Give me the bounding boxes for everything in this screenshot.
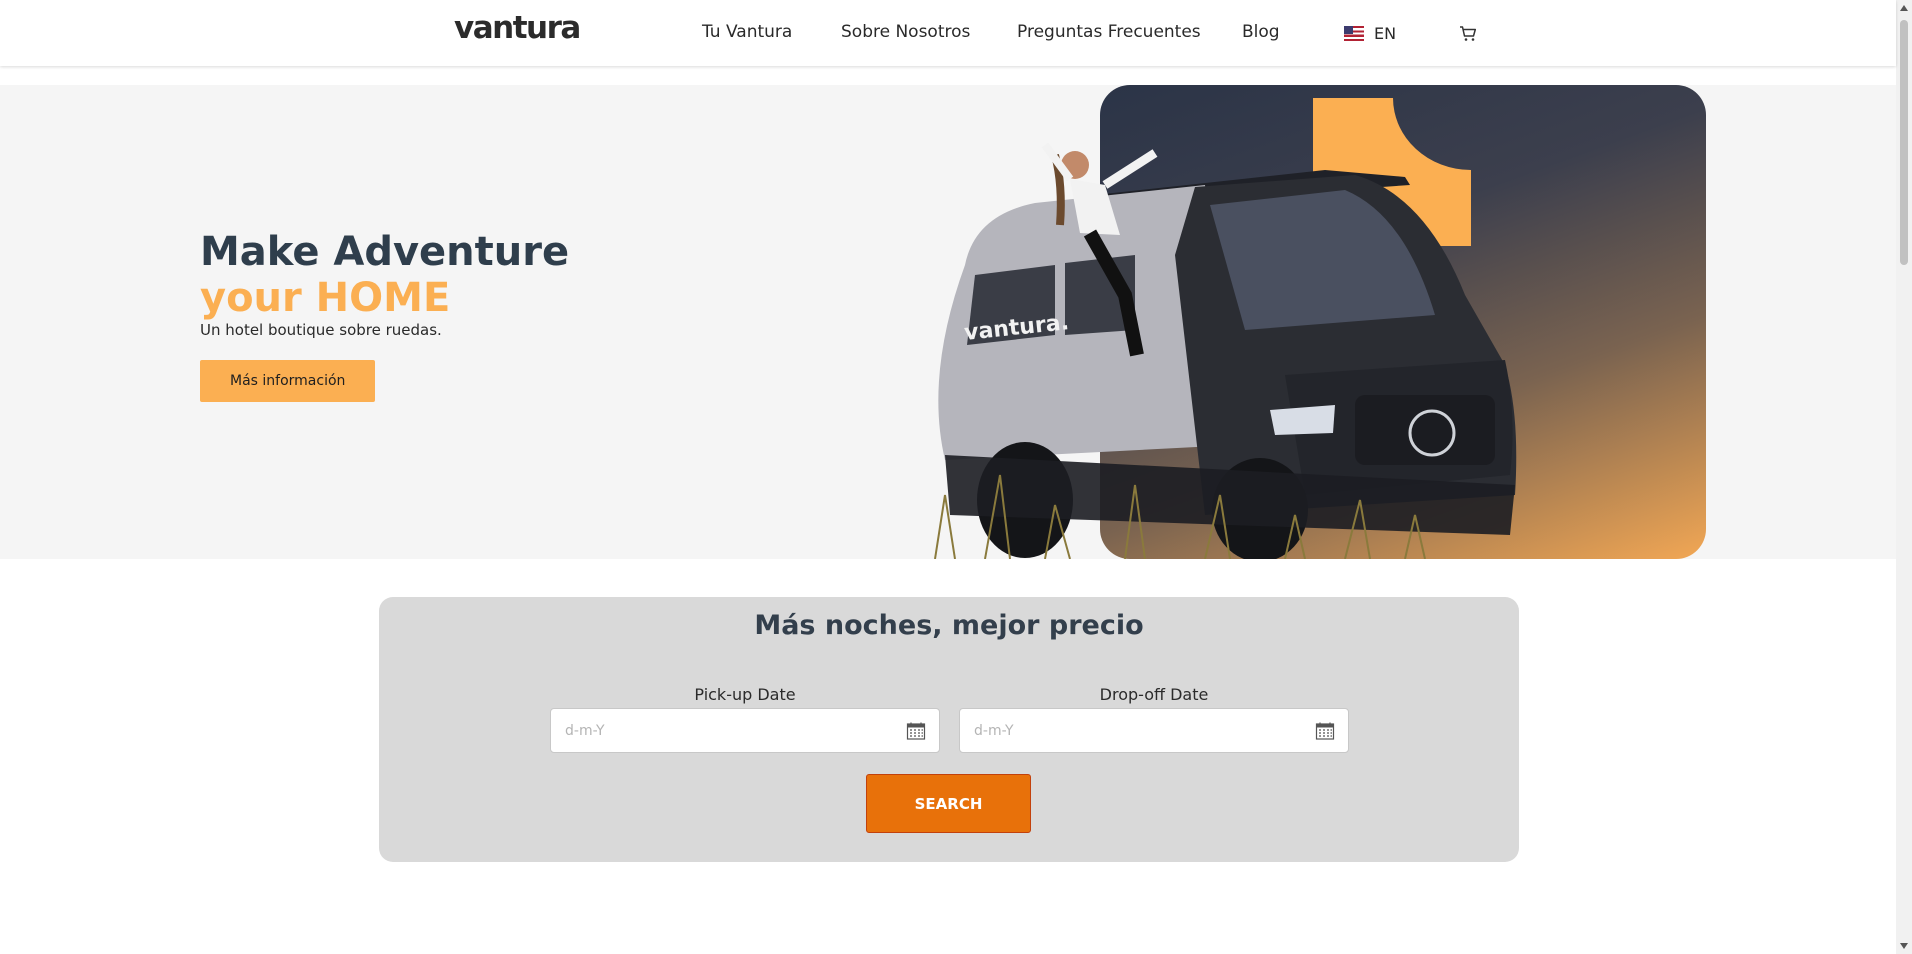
booking-search-panel: Más noches, mejor precio Pick-up Date Dr… — [379, 597, 1519, 862]
scrollbar-thumb[interactable] — [1900, 20, 1908, 265]
hero-text: Make Adventure your HOME Un hotel boutiq… — [200, 229, 569, 402]
scroll-up-arrow-icon[interactable] — [1900, 5, 1908, 11]
hero-subtitle: Un hotel boutique sobre ruedas. — [200, 321, 442, 339]
search-button[interactable]: SEARCH — [866, 774, 1031, 833]
nav-blog[interactable]: Blog — [1242, 22, 1280, 42]
language-label: EN — [1374, 24, 1397, 43]
nav-tu-vantura[interactable]: Tu Vantura — [702, 22, 792, 42]
nav-preguntas-frecuentes[interactable]: Preguntas Frecuentes — [1017, 22, 1201, 42]
site-header: vantura Tu Vantura Sobre Nosotros Pregun… — [0, 0, 1896, 66]
hero-section: Make Adventure your HOME Un hotel boutiq… — [0, 85, 1896, 559]
dropoff-date-label: Drop-off Date — [1099, 685, 1209, 704]
pickup-date-input[interactable] — [550, 708, 940, 753]
calendar-icon[interactable] — [1315, 721, 1335, 741]
scroll-down-arrow-icon[interactable] — [1900, 943, 1908, 949]
language-switcher[interactable]: EN — [1344, 24, 1396, 43]
page: vantura Tu Vantura Sobre Nosotros Pregun… — [0, 0, 1912, 954]
van-photo: vantura. — [934, 142, 1517, 559]
pickup-date-label: Pick-up Date — [694, 685, 796, 704]
hero-title-line1: Make Adventure — [200, 229, 570, 275]
calendar-icon[interactable] — [906, 721, 926, 741]
dropoff-date-input[interactable] — [959, 708, 1349, 753]
more-info-button[interactable]: Más información — [200, 360, 376, 402]
cart-icon[interactable] — [1458, 24, 1478, 44]
us-flag-icon — [1344, 26, 1364, 41]
site-logo[interactable]: vantura — [454, 10, 581, 46]
hero-title-line2: your HOME — [200, 275, 451, 321]
nav-sobre-nosotros[interactable]: Sobre Nosotros — [841, 22, 970, 42]
page-scrollbar[interactable] — [1896, 0, 1912, 954]
search-panel-title: Más noches, mejor precio — [754, 610, 1144, 641]
